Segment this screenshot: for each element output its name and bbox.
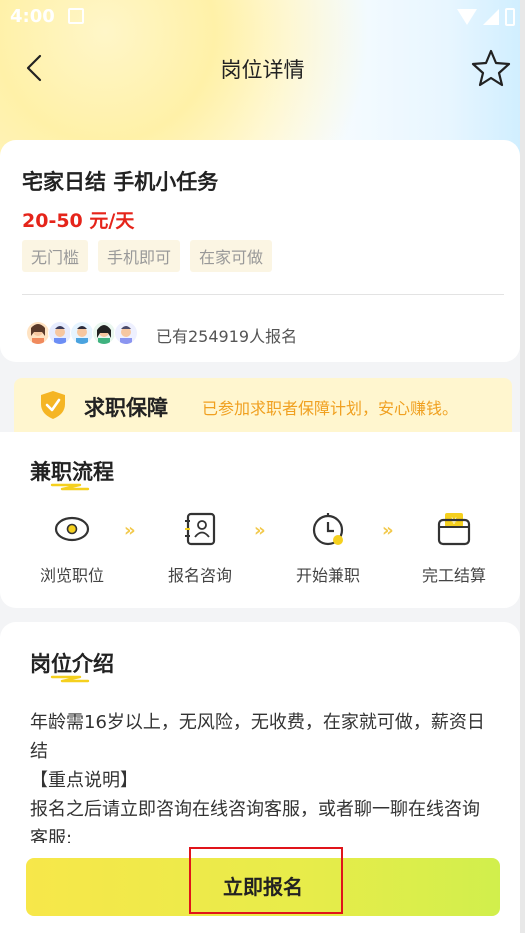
shield-check-icon bbox=[41, 391, 65, 419]
guarantee-title: 求职保障 bbox=[84, 396, 168, 420]
clock-icon bbox=[312, 513, 344, 546]
job-summary-card: 宅家日结 手机小任务 20-50 元/天 无门槛 手机即可 在家可做 已有254… bbox=[0, 140, 520, 362]
job-tag: 无门槛 bbox=[22, 240, 89, 272]
job-tag: 手机即可 bbox=[98, 240, 181, 272]
applicant-avatars bbox=[26, 321, 138, 345]
avatar bbox=[26, 321, 50, 345]
signup-count: 已有254919人报名 bbox=[156, 327, 298, 346]
page-title: 岗位详情 bbox=[220, 58, 305, 82]
top-bar: 岗位详情 bbox=[0, 40, 525, 96]
wifi-icon bbox=[457, 9, 477, 25]
right-edge-strip bbox=[520, 0, 525, 933]
status-icons bbox=[457, 8, 515, 26]
process-step: 开始兼职 bbox=[278, 510, 378, 586]
intro-text: 年龄需16岁以上，无风险，无收费，在家就可做，薪资日结 【重点说明】 报名之后请… bbox=[30, 712, 485, 849]
job-intro-card: 岗位介绍 年龄需16岁以上，无风险，无收费，在家就可做，薪资日结 【重点说明】 … bbox=[0, 622, 520, 862]
highlight-box bbox=[189, 847, 343, 914]
guarantee-description: 已参加求职者保障计划，安心赚钱。 bbox=[202, 399, 459, 418]
title-underline-decoration bbox=[50, 483, 90, 491]
signal-icon bbox=[483, 9, 499, 25]
job-tags: 无门槛 手机即可 在家可做 bbox=[22, 240, 273, 272]
process-step: 报名咨询 bbox=[150, 510, 250, 586]
avatar bbox=[70, 321, 94, 345]
job-title: 宅家日结 手机小任务 bbox=[22, 170, 219, 194]
job-tag: 在家可做 bbox=[190, 240, 273, 272]
avatar bbox=[92, 321, 116, 345]
process-step-label: 开始兼职 bbox=[295, 566, 360, 585]
process-steps: 浏览职位 » 报名咨询 » 开始兼职 » ¥ 完工结算 bbox=[24, 510, 504, 590]
work-process-card: 兼职流程 浏览职位 » 报名咨询 » 开始兼职 » ¥ 完工结算 bbox=[0, 432, 520, 608]
battery-icon bbox=[505, 8, 515, 26]
divider bbox=[22, 294, 504, 295]
job-guarantee-banner[interactable]: 求职保障 已参加求职者保障计划，安心赚钱。 bbox=[14, 378, 512, 432]
star-icon bbox=[471, 49, 511, 87]
svg-text:¥: ¥ bbox=[451, 517, 457, 527]
profile-card-icon bbox=[185, 512, 216, 546]
eye-icon bbox=[54, 516, 90, 542]
avatar bbox=[48, 321, 72, 345]
wallet-icon: ¥ bbox=[437, 513, 471, 546]
title-underline-decoration bbox=[50, 675, 90, 683]
chevrons-right-icon: » bbox=[124, 520, 136, 541]
process-step-label: 报名咨询 bbox=[167, 566, 232, 585]
chevrons-right-icon: » bbox=[382, 520, 394, 541]
avatar bbox=[114, 321, 138, 345]
process-step-label: 浏览职位 bbox=[39, 566, 104, 585]
process-step: ¥ 完工结算 bbox=[404, 510, 504, 586]
status-bar: 4:00 bbox=[0, 0, 525, 36]
process-step: 浏览职位 bbox=[22, 510, 122, 586]
status-time: 4:00 bbox=[10, 6, 55, 27]
chevrons-right-icon: » bbox=[254, 520, 266, 541]
favorite-button[interactable] bbox=[471, 48, 511, 88]
notification-icon bbox=[68, 8, 84, 24]
job-salary: 20-50 元/天 bbox=[22, 210, 135, 232]
process-step-label: 完工结算 bbox=[421, 566, 486, 585]
